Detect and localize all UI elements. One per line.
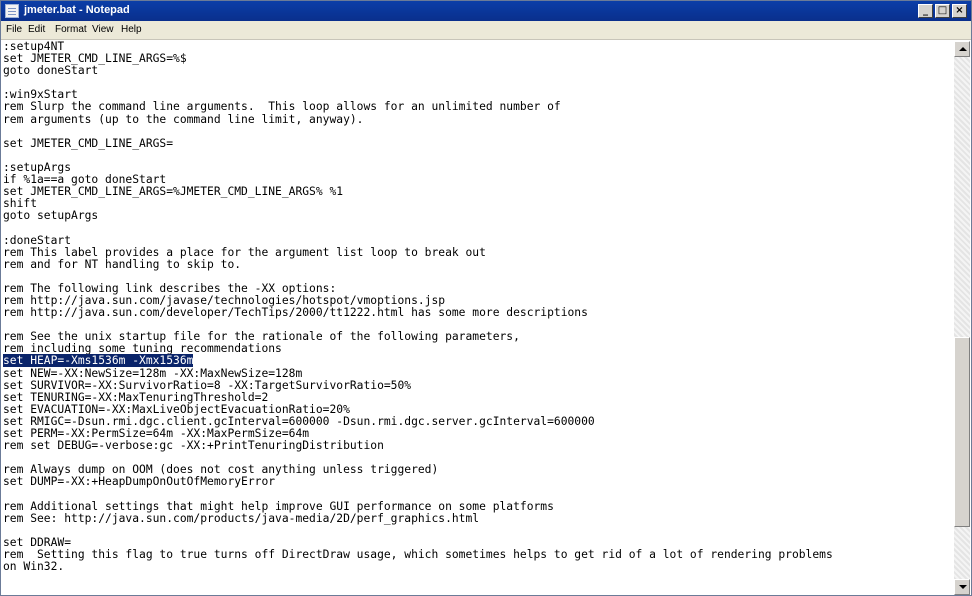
scrollbar-thumb[interactable] [954,337,970,527]
line-text: rem and for NT handling to skip to. [3,257,242,271]
menu-bar: File Edit Format View Help [1,21,971,40]
text-line: goto setupArgs [3,210,955,222]
line-text: set TENURING=-XX:MaxTenuringThreshold=2 [3,390,269,404]
menu-file[interactable]: File [6,24,22,35]
line-text: if %1a==a goto doneStart [3,173,167,187]
window-controls: _ □ × [918,4,967,18]
text-line: shift [3,198,955,210]
menu-format[interactable]: Format [55,24,87,35]
text-editor-area[interactable]: :setup4NT set JMETER_CMD_LINE_ARGS=%$ goto… [3,41,955,595]
line-text: on Win32. [3,560,65,574]
notepad-window: jmeter.bat - Notepad _ □ × File Edit For… [0,0,972,596]
line-text: rem This label provides a place for the … [3,245,486,259]
maximize-button[interactable]: □ [935,4,950,18]
selected-text: set HEAP=-Xms1536m -Xmx1536m [3,354,194,368]
close-button[interactable]: × [952,4,967,18]
menu-help[interactable]: Help [121,24,142,35]
vertical-scrollbar[interactable] [954,41,970,595]
scroll-up-button[interactable] [954,41,970,57]
line-text: rem Always dump on OOM (does not cost an… [3,463,439,477]
line-text: rem including some tuning recommendation… [3,342,282,356]
text-line [3,222,955,234]
text-line: rem arguments (up to the command line li… [3,112,955,126]
line-text: set PERM=-XX:PermSize=64m -XX:MaxPermSiz… [3,427,310,440]
line-text: set NEW=-XX:NewSize=128m -XX:MaxNewSize=… [3,366,303,380]
line-text: rem Setting this flag to true turns off … [3,547,833,561]
text-line: set JMETER_CMD_LINE_ARGS=%JMETER_CMD_LIN… [3,186,955,198]
line-text: rem The following link describes the -XX… [3,281,337,295]
text-line: set JMETER_CMD_LINE_ARGS=%$ [3,53,955,65]
text-line: on Win32. [3,560,955,574]
line-text: set JMETER_CMD_LINE_ARGS=%JMETER_CMD_LIN… [3,185,344,199]
line-text: rem arguments (up to the command line li… [3,112,364,126]
line-text: rem http://java.sun.com/developer/TechTi… [3,306,588,320]
line-text: :setupArgs [3,160,72,174]
line-text: goto doneStart [3,64,99,78]
line-text: set EVACUATION=-XX:MaxLiveObjectEvacuati… [3,402,350,416]
text-line: rem http://java.sun.com/developer/TechTi… [3,307,955,319]
text-line [3,525,955,537]
line-text: :win9xStart [3,88,78,102]
file-content[interactable]: :setup4NT set JMETER_CMD_LINE_ARGS=%$ goto… [3,41,955,573]
menu-view[interactable]: View [92,24,114,35]
text-line: set JMETER_CMD_LINE_ARGS= [3,136,955,150]
menu-edit[interactable]: Edit [28,24,45,35]
arrow-down-icon [959,585,967,589]
line-text: rem See: http://java.sun.com/products/ja… [3,511,480,525]
notepad-app-icon[interactable] [5,4,19,18]
line-text: rem See the unix startup file for the ra… [3,330,520,344]
line-text: set SURVIVOR=-XX:SurvivorRatio=8 -XX:Tar… [3,378,412,392]
scrollbar-track[interactable] [954,57,970,579]
line-text: rem Slurp the command line arguments. Th… [3,100,561,114]
title-bar[interactable]: jmeter.bat - Notepad _ □ × [1,1,971,21]
line-text: rem Additional settings that might help … [3,499,554,513]
line-text: set JMETER_CMD_LINE_ARGS=%$ [3,52,187,66]
line-text: set DUMP=-XX:+HeapDumpOnOutOfMemoryError [3,475,276,489]
arrow-up-icon [959,47,967,51]
line-text: shift [3,197,38,211]
text-line: rem See: http://java.sun.com/products/ja… [3,511,955,525]
text-line: set DUMP=-XX:+HeapDumpOnOutOfMemoryError [3,476,955,488]
text-line [3,150,955,162]
window-title: jmeter.bat - Notepad [24,4,130,16]
scroll-down-button[interactable] [954,579,970,595]
text-line [3,77,955,89]
line-text: :doneStart [3,233,72,247]
text-line: goto doneStart [3,65,955,77]
line-text: goto setupArgs [3,209,99,223]
text-line: rem set DEBUG=-verbose:gc -XX:+PrintTenu… [3,440,955,452]
line-text: rem http://java.sun.com/javase/technolog… [3,293,446,307]
line-text: rem set DEBUG=-verbose:gc -XX:+PrintTenu… [3,439,384,453]
line-text: set DDRAW= [3,535,72,549]
line-text: set RMIGC=-Dsun.rmi.dgc.client.gcInterva… [3,414,595,428]
line-text: set JMETER_CMD_LINE_ARGS= [3,136,174,150]
minimize-button[interactable]: _ [918,4,933,18]
text-line: rem and for NT handling to skip to. [3,257,955,271]
text-line: rem Setting this flag to true turns off … [3,547,955,561]
